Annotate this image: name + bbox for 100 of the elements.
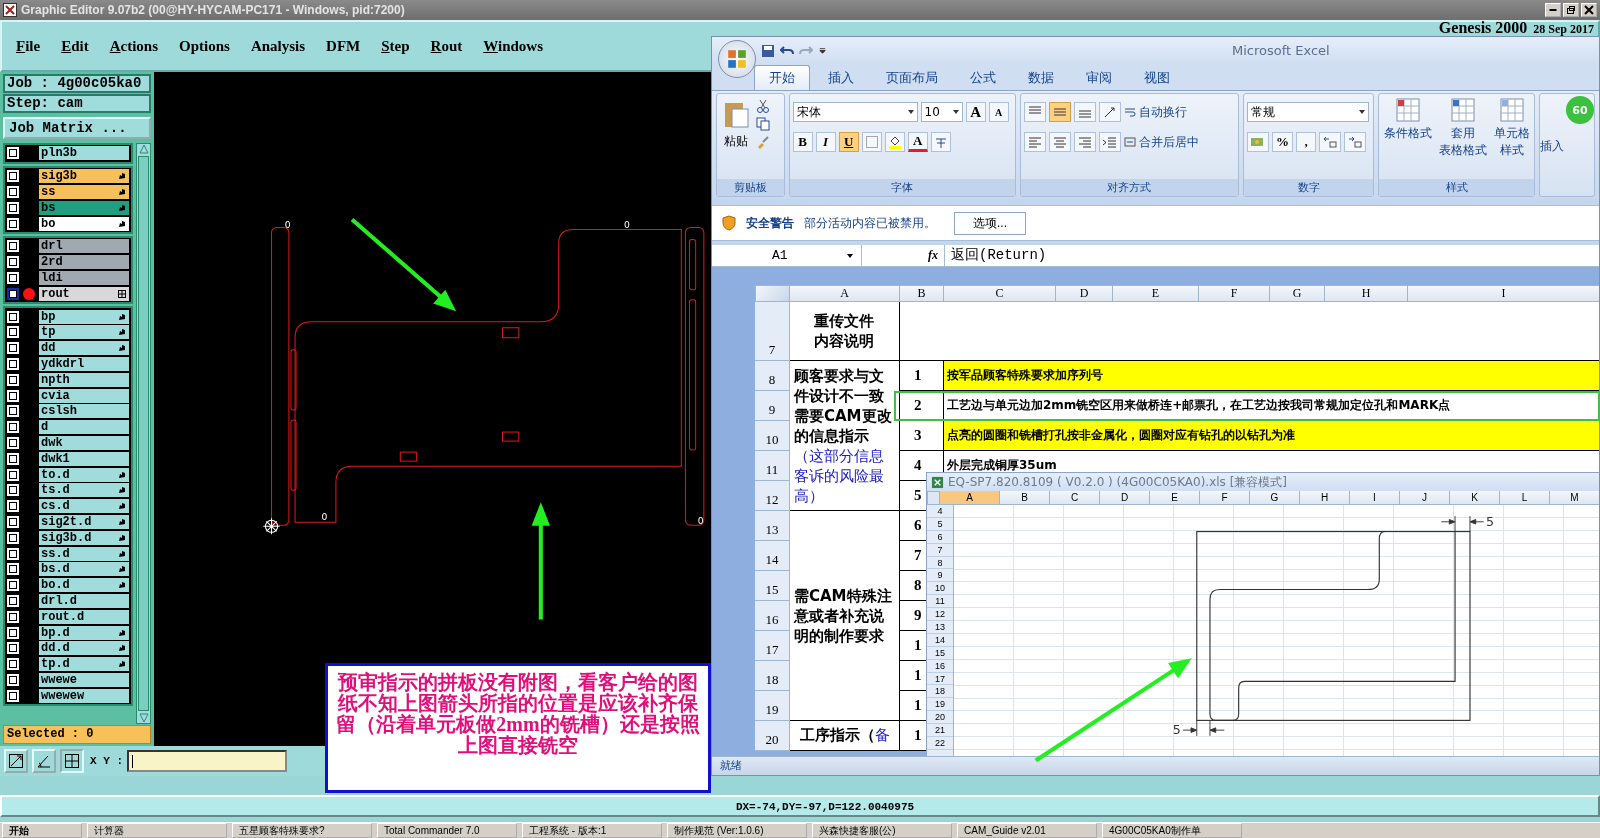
layer-button[interactable]: tp [39, 325, 129, 340]
row-header[interactable]: 8 [927, 556, 953, 570]
layer-row[interactable]: sig3b.d [7, 530, 129, 546]
column-header[interactable]: H [1300, 491, 1350, 505]
scrollbar[interactable] [136, 143, 151, 724]
layer-row[interactable]: ss [7, 184, 129, 200]
layer-button[interactable]: cvia [39, 388, 129, 403]
zoom-tool-button[interactable] [4, 749, 28, 773]
layer-button[interactable]: ldi [39, 270, 129, 285]
row-header[interactable]: 5 [927, 517, 953, 531]
row-header[interactable]: 16 [755, 601, 790, 631]
minimize-button[interactable] [1545, 3, 1561, 17]
fill-color-icon[interactable] [884, 132, 905, 152]
align-right-icon[interactable] [1073, 132, 1096, 152]
layer-button[interactable]: sig3b [39, 169, 129, 184]
layer-button[interactable]: bo.d [39, 578, 129, 593]
layer-button[interactable]: cslsh [39, 404, 129, 419]
layer-row[interactable]: bp.d [7, 625, 129, 640]
layer-button[interactable]: drl.d [39, 593, 129, 608]
layer-row[interactable]: sig3b [7, 168, 129, 184]
align-center-icon[interactable] [1048, 132, 1071, 152]
row-header[interactable]: 20 [755, 721, 790, 751]
column-header[interactable]: I [1408, 285, 1599, 302]
layer-row[interactable]: rout [7, 286, 129, 302]
layer-button[interactable]: 2rd [39, 255, 129, 270]
ribbon-tab[interactable]: 开始 [754, 65, 810, 90]
column-header[interactable]: E [1150, 491, 1200, 505]
restore-button[interactable] [1563, 3, 1579, 17]
percent-button[interactable]: % [1272, 132, 1294, 152]
column-header[interactable]: G [1250, 491, 1300, 505]
menu-item[interactable]: Step [381, 37, 410, 55]
taskbar-button[interactable]: 兴森快捷客服(公) [812, 823, 952, 838]
column-header[interactable]: M [1550, 491, 1599, 505]
row-header[interactable]: 19 [927, 698, 953, 712]
layer-button[interactable]: bs [39, 200, 129, 215]
row-header[interactable]: 13 [927, 621, 953, 634]
taskbar-button[interactable]: 开始 [2, 823, 82, 838]
style-button[interactable]: 套用 表格格式 [1438, 97, 1487, 176]
layer-button[interactable]: sig3b.d [39, 530, 129, 545]
layer-button[interactable]: dwk [39, 435, 129, 450]
layer-row[interactable]: dd [7, 340, 129, 356]
cut-icon[interactable] [756, 99, 770, 113]
format-button[interactable]: B [792, 132, 813, 152]
layer-row[interactable]: dwk1 [7, 451, 129, 467]
row-header[interactable]: 10 [927, 582, 953, 596]
paste-button[interactable]: 粘贴 [720, 97, 752, 152]
wrap-text-button[interactable]: 自动换行 [1123, 103, 1187, 121]
insert-button[interactable]: 插入 [1540, 94, 1564, 155]
close-button[interactable] [1581, 3, 1597, 17]
row-header[interactable]: 17 [927, 672, 953, 686]
layer-row[interactable]: ydkdrl [7, 356, 129, 372]
layer-row[interactable]: ts.d [7, 482, 129, 498]
format-button[interactable]: U [838, 132, 859, 152]
format-button[interactable]: I [815, 132, 836, 152]
row-header[interactable]: 13 [755, 511, 790, 541]
column-header[interactable]: J [1400, 491, 1450, 505]
options-button[interactable]: 选项... [954, 211, 1026, 235]
taskbar-button[interactable]: 计算器 [87, 823, 227, 838]
column-header[interactable]: I [1350, 491, 1400, 505]
ribbon-tab[interactable]: 视图 [1130, 66, 1184, 90]
layer-button[interactable]: dwk1 [39, 451, 129, 466]
layer-row[interactable]: cslsh [7, 403, 129, 419]
fx-button[interactable]: fx [862, 245, 945, 266]
taskbar-button[interactable]: 五星顾客特殊要求? [232, 823, 372, 838]
layer-row[interactable]: ldi [7, 270, 129, 286]
layer-button[interactable]: bo [39, 216, 129, 231]
row-header[interactable]: 20 [927, 711, 953, 725]
coordinate-field[interactable] [127, 750, 287, 772]
align-icon[interactable] [1048, 102, 1071, 122]
layer-button[interactable]: bp [39, 309, 129, 324]
layer-button[interactable]: tp.d [39, 657, 129, 672]
row-header[interactable]: 12 [755, 481, 790, 511]
column-header[interactable]: E [1113, 285, 1199, 302]
row-header[interactable]: 18 [755, 661, 790, 691]
layer-row[interactable]: pln3b [7, 146, 129, 161]
customize-icon[interactable] [818, 46, 827, 55]
comma-button[interactable]: , [1296, 132, 1317, 152]
row-header[interactable]: 10 [755, 421, 790, 451]
row-header[interactable]: 15 [755, 571, 790, 601]
font-size-field[interactable]: 10 [920, 102, 963, 122]
row-header[interactable]: 11 [927, 595, 953, 609]
row-header[interactable]: 8 [755, 361, 790, 391]
column-header[interactable]: A [940, 491, 1000, 505]
measure-tool-button[interactable] [32, 749, 56, 773]
layer-row[interactable]: sig2t.d [7, 514, 129, 530]
column-header[interactable]: D [1100, 491, 1150, 505]
scroll-thumb[interactable] [138, 156, 149, 711]
shrink-font-button[interactable]: A [988, 102, 1009, 122]
layer-row[interactable]: tp [7, 324, 129, 340]
layer-row[interactable]: wwewe [7, 672, 129, 688]
layer-button[interactable]: bp.d [39, 625, 129, 640]
row-header[interactable]: 9 [755, 391, 790, 421]
menu-item[interactable]: Rout [430, 37, 463, 55]
merge-center-button[interactable]: 合并后居中 [1123, 133, 1199, 151]
align-left-icon[interactable] [1023, 132, 1046, 152]
job-matrix-button[interactable]: Job Matrix ... [3, 117, 151, 139]
row-header[interactable]: 14 [755, 541, 790, 571]
copy-icon[interactable] [756, 117, 770, 131]
align-icon[interactable] [1023, 102, 1046, 122]
layer-button[interactable]: sig2t.d [39, 514, 129, 529]
